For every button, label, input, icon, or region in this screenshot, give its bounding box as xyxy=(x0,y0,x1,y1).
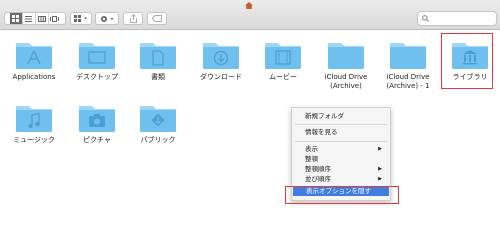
arrange-button[interactable] xyxy=(70,12,92,25)
folder-label: iCloud Drive (Archive) - 1 xyxy=(386,73,430,90)
menu-item-view[interactable]: 表示 ▶ xyxy=(292,145,390,154)
folder-pictures[interactable]: ピクチャ xyxy=(67,103,127,145)
camera-icon xyxy=(79,106,115,132)
cover-flow-segment[interactable] xyxy=(49,13,61,24)
gear-icon xyxy=(100,15,113,22)
music-icon xyxy=(16,106,52,132)
home-folder-icon xyxy=(245,2,253,9)
public-icon xyxy=(140,106,176,132)
search-input[interactable] xyxy=(431,13,493,24)
documents-icon xyxy=(140,43,176,69)
folder-public[interactable]: パブリック xyxy=(128,103,188,145)
folder-label: iCloud Drive (Archive) xyxy=(324,73,368,90)
column-view-segment[interactable] xyxy=(36,13,49,24)
finder-toolbar xyxy=(0,0,500,30)
menu-item-label: 並び順序 xyxy=(305,175,331,183)
folder-movies[interactable]: ムービー xyxy=(253,40,313,82)
folder-music[interactable]: ミュージック xyxy=(4,103,64,145)
share-button[interactable] xyxy=(123,12,143,25)
generic-folder-icon xyxy=(328,43,364,69)
movies-icon xyxy=(265,43,301,69)
folder-label: ピクチャ xyxy=(83,136,111,144)
icon-view-icon xyxy=(12,15,19,22)
tag-icon xyxy=(152,15,162,22)
list-view-segment[interactable] xyxy=(23,13,36,24)
folder-label: ミュージック xyxy=(13,136,55,144)
submenu-arrow-icon: ▶ xyxy=(378,146,382,152)
menu-highlight-box xyxy=(285,186,399,204)
folder-label: ムービー xyxy=(269,73,297,81)
folder-label: パブリック xyxy=(140,136,176,144)
tag-button[interactable] xyxy=(147,12,167,25)
folder-label: 書類 xyxy=(151,73,165,81)
menu-item-label: 整頓順序 xyxy=(305,165,331,173)
generic-folder-icon xyxy=(390,43,426,69)
folder-downloads[interactable]: ダウンロード xyxy=(191,40,251,82)
action-button[interactable] xyxy=(95,12,119,25)
menu-item-clean-up-by[interactable]: 整頓順序 ▶ xyxy=(292,165,390,174)
column-view-icon xyxy=(37,15,46,22)
menu-item-new-folder[interactable]: 新規フォルダ xyxy=(292,112,390,121)
folder-icloud-archive[interactable]: iCloud Drive (Archive) xyxy=(316,40,376,91)
applications-icon xyxy=(16,43,52,69)
folder-label: Applications xyxy=(12,73,56,81)
desktop-icon xyxy=(79,43,115,69)
menu-separator xyxy=(295,141,387,142)
menu-item-clean-up[interactable]: 整頓 xyxy=(292,155,390,164)
menu-item-sort-by[interactable]: 並び順序 ▶ xyxy=(292,175,390,184)
icon-view-segment[interactable] xyxy=(9,13,23,24)
folder-applications[interactable]: Applications xyxy=(4,40,64,82)
share-icon xyxy=(129,14,137,23)
menu-item-label: 表示 xyxy=(305,145,318,153)
grid-icon xyxy=(74,15,87,22)
folder-label: デスクトップ xyxy=(76,73,118,81)
view-mode-control xyxy=(4,12,66,25)
folder-documents[interactable]: 書類 xyxy=(128,40,188,82)
menu-item-get-info[interactable]: 情報を見る xyxy=(292,128,390,137)
library-highlight-box xyxy=(441,33,493,89)
folder-label: ダウンロード xyxy=(200,73,242,81)
download-icon xyxy=(203,43,239,69)
search-field[interactable] xyxy=(417,11,497,26)
submenu-arrow-icon: ▶ xyxy=(378,176,382,182)
cover-flow-icon xyxy=(50,15,59,22)
folder-desktop[interactable]: デスクトップ xyxy=(67,40,127,82)
list-view-icon xyxy=(25,15,32,22)
submenu-arrow-icon: ▶ xyxy=(378,166,382,172)
search-icon xyxy=(422,15,429,22)
folder-icloud-archive-1[interactable]: iCloud Drive (Archive) - 1 xyxy=(378,40,438,91)
menu-separator xyxy=(295,124,387,125)
